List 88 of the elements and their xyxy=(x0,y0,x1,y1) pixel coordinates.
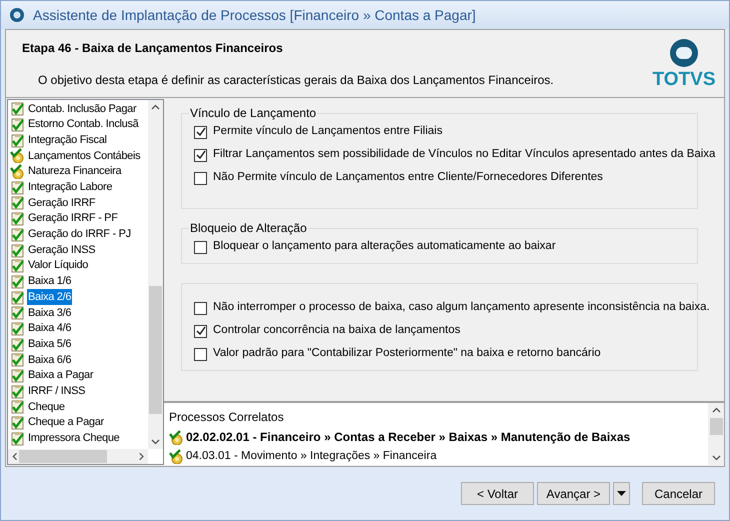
clipboard-check-icon xyxy=(10,132,25,148)
checkbox[interactable] xyxy=(194,302,207,314)
clipboard-check-icon xyxy=(10,415,25,430)
gear-check-icon xyxy=(169,449,184,464)
step-item[interactable]: Estorno Contab. Inclusã xyxy=(27,116,140,133)
step-item[interactable]: Geração IRRF - PF xyxy=(27,210,119,227)
step-item[interactable]: Baixa 4/6 xyxy=(27,320,72,337)
option-label: Não Permite vínculo de Lançamentos entre Cliente/Fornecedores Diferentes xyxy=(213,170,603,186)
step-item[interactable]: IRRF / INSS xyxy=(27,382,86,400)
checkbox[interactable] xyxy=(194,148,207,162)
clipboard-check-icon xyxy=(10,117,25,132)
option-label: Bloquear o lançamento para alterações automaticamente ao baixar xyxy=(213,239,556,254)
scroll-up-icon[interactable] xyxy=(151,103,160,112)
scroll-down-icon[interactable] xyxy=(712,453,720,462)
option-label: Filtrar Lançamentos sem possibilidade de Vínculos no Editar Vínculos apresentado antes da Baixa xyxy=(213,147,716,162)
step-item[interactable]: Contab. Inclusão Pagar xyxy=(27,100,138,118)
clipboard-check-icon xyxy=(10,336,25,352)
clipboard-check-icon xyxy=(10,195,25,210)
next-button[interactable]: Avançar > xyxy=(537,482,610,505)
clipboard-check-icon xyxy=(10,242,25,258)
step-item[interactable]: Baixa a Pagar xyxy=(27,367,94,384)
step-description: O objetivo desta etapa é definir as características gerais da Baixa dos Lançamentos Financeiros. xyxy=(37,72,555,89)
clipboard-check-icon xyxy=(10,305,25,320)
checkbox[interactable] xyxy=(194,126,207,138)
option-label: Não interromper o processo de baixa, caso algum lançamento apresente inconsistência na baixa. xyxy=(213,300,710,316)
step-item[interactable]: Valor Líquido xyxy=(27,257,90,274)
related-process-link[interactable]: 04.03.01 - Movimento » Integrações » Financeira xyxy=(186,448,437,465)
scroll-left-icon[interactable] xyxy=(11,452,20,461)
clipboard-check-icon xyxy=(10,226,25,242)
group-title: Vínculo de Lançamento xyxy=(189,106,318,120)
step-item[interactable]: Geração IRRF xyxy=(27,194,96,212)
step-item[interactable]: Geração INSS xyxy=(27,242,96,258)
option-label: Valor padrão para "Contabilizar Posteriormente" na baixa e retorno bancário xyxy=(213,346,601,362)
related-process-link[interactable]: 02.02.02.01 - Financeiro » Contas a Receber » Baixas » Manutenção de Baixas xyxy=(186,428,630,446)
gear-check-icon xyxy=(10,148,25,164)
step-title: Etapa 46 - Baixa de Lançamentos Financeiros xyxy=(22,40,284,57)
checkbox[interactable] xyxy=(194,240,207,254)
step-item[interactable]: Cheque xyxy=(27,398,66,416)
horizontal-scrollbar[interactable] xyxy=(8,449,148,464)
step-item[interactable]: Lançamentos Contábeis xyxy=(27,148,142,164)
clipboard-check-icon xyxy=(10,430,25,446)
clipboard-check-icon xyxy=(10,368,25,384)
vertical-scrollbar[interactable] xyxy=(148,100,163,449)
checkbox[interactable] xyxy=(194,172,207,184)
clipboard-check-icon xyxy=(10,101,25,116)
step-item[interactable]: Natureza Financeira xyxy=(27,163,122,180)
dropdown-button[interactable] xyxy=(613,482,630,505)
scrollbar-thumb[interactable] xyxy=(19,450,107,463)
step-item[interactable]: Impressora Cheque xyxy=(27,430,121,447)
related-title: Processos Correlatos xyxy=(169,409,285,426)
clipboard-check-icon xyxy=(10,399,25,414)
step-item[interactable]: Baixa 3/6 xyxy=(27,304,72,322)
app-logo-icon xyxy=(9,7,25,23)
step-item[interactable]: Baixa 2/6 xyxy=(27,288,72,306)
clipboard-check-icon xyxy=(10,320,25,336)
group-title: Bloqueio de Alteração xyxy=(189,221,308,235)
gear-check-icon xyxy=(169,430,184,444)
step-item[interactable]: Baixa 1/6 xyxy=(27,273,72,290)
option-label: Controlar concorrência na baixa de lançamentos xyxy=(213,323,460,338)
caret-icon xyxy=(617,491,626,496)
back-button[interactable]: < Voltar xyxy=(461,482,534,505)
scroll-right-icon[interactable] xyxy=(136,452,145,461)
clipboard-check-icon xyxy=(10,384,25,399)
step-item[interactable]: Integração Labore xyxy=(27,179,114,196)
clipboard-check-icon xyxy=(10,290,25,305)
clipboard-check-icon xyxy=(10,180,25,195)
clipboard-check-icon xyxy=(10,352,25,368)
checkbox[interactable] xyxy=(194,348,207,360)
logo-icon xyxy=(669,38,699,68)
step-item[interactable]: Geração do IRRF - PJ xyxy=(27,226,132,243)
scrollbar-thumb[interactable] xyxy=(710,418,722,435)
scroll-up-icon[interactable] xyxy=(712,406,720,415)
brand-logo: TOTVS xyxy=(652,70,716,89)
scrollbar-thumb[interactable] xyxy=(149,286,162,414)
checkbox[interactable] xyxy=(194,324,207,338)
window-title: Assistente de Implantação de Processos [Financeiro » Contas a Pagar] xyxy=(33,6,476,25)
option-label: Permite vínculo de Lançamentos entre Filiais xyxy=(213,124,442,140)
cancel-button[interactable]: Cancelar xyxy=(642,482,715,505)
clipboard-check-icon xyxy=(10,274,25,289)
step-item[interactable]: Baixa 6/6 xyxy=(27,352,72,368)
step-item[interactable]: Cheque a Pagar xyxy=(27,414,105,431)
step-item[interactable]: Baixa 5/6 xyxy=(27,336,72,352)
scroll-down-icon[interactable] xyxy=(151,437,160,446)
vertical-scrollbar[interactable] xyxy=(708,403,724,465)
step-item[interactable]: Integração Fiscal xyxy=(27,132,108,148)
clipboard-check-icon xyxy=(10,211,25,226)
gear-check-icon xyxy=(10,164,25,180)
clipboard-check-icon xyxy=(10,258,25,274)
